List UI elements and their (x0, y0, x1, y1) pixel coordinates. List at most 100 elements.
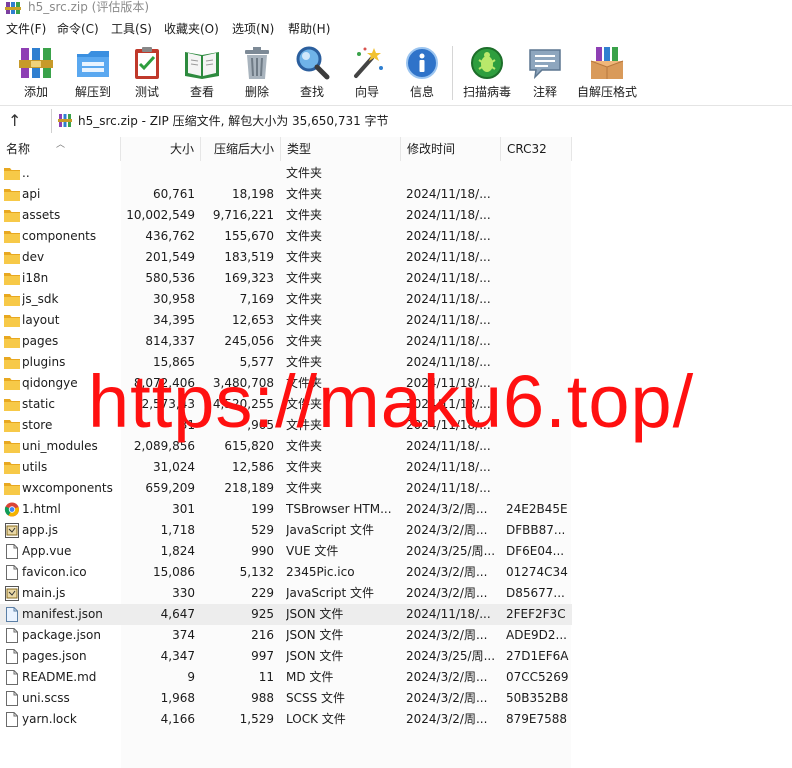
file-size: 201,549 (145, 250, 195, 264)
column-name[interactable]: 名称 ︿ (0, 137, 121, 161)
menu-commands[interactable]: 命令(C) (57, 21, 99, 37)
file-row[interactable]: favicon.ico 15,086 5,132 2345Pic.ico 2024/3/… (0, 562, 572, 583)
up-one-level-button[interactable]: ↑ (8, 111, 34, 131)
file-row[interactable]: 1.html 301 199 TSBrowser HTM... 2024/3/2/周..… (0, 499, 572, 520)
menu-help[interactable]: 帮助(H) (288, 21, 330, 37)
json-file-icon (4, 607, 20, 622)
file-modified: 2024/3/2/周... (406, 691, 488, 705)
file-modified: 2024/3/2/周... (406, 502, 488, 516)
file-name: assets (22, 208, 61, 222)
file-crc32: 50B352B8 (506, 691, 569, 705)
scan-virus-button[interactable]: 扫描病毒 (460, 44, 514, 102)
file-row[interactable]: main.js 330 229 JavaScript 文件 2024/3/2/周... D… (0, 583, 572, 604)
test-button[interactable]: 测试 (126, 44, 168, 102)
file-row[interactable]: static 2,573,43 4,520,255 文件夹 2024/11/18/... (0, 394, 572, 415)
file-size: 8,072,406 (133, 376, 195, 390)
view-book-icon (185, 52, 219, 79)
file-row[interactable]: plugins 15,865 5,577 文件夹 2024/11/18/... (0, 352, 572, 373)
file-row[interactable]: i18n 580,536 169,323 文件夹 2024/11/18/... (0, 268, 572, 289)
file-row[interactable]: utils 31,024 12,586 文件夹 2024/11/18/... (0, 457, 572, 478)
file-crc32: D85677... (506, 586, 565, 600)
menu-file[interactable]: 文件(F) (6, 21, 46, 37)
wizard-button[interactable]: 向导 (346, 44, 388, 102)
file-type: JSON 文件 (286, 607, 344, 621)
delete-button[interactable]: 删除 (236, 44, 278, 102)
info-button[interactable]: 信息 (401, 44, 443, 102)
sfx-button[interactable]: 自解压格式 (576, 44, 638, 102)
path-field[interactable]: h5_src.zip - ZIP 压缩文件, 解包大小为 35,650,731 … (51, 109, 792, 133)
view-button[interactable]: 查看 (178, 44, 226, 102)
file-name: qidongye (22, 376, 78, 390)
file-row[interactable]: pages.json 4,347 997 JSON 文件 2024/3/25/周... 2… (0, 646, 572, 667)
file-type: LOCK 文件 (286, 712, 346, 726)
file-crc32: 24E2B45E (506, 502, 568, 516)
file-size: 4,166 (160, 712, 195, 726)
file-row[interactable]: js_sdk 30,958 7,169 文件夹 2024/11/18/... (0, 289, 572, 310)
blank-file-icon (4, 670, 20, 685)
add-button[interactable]: 添加 (12, 44, 60, 102)
column-type[interactable]: 类型 (281, 137, 401, 161)
column-crc32[interactable]: CRC32 (501, 137, 572, 161)
file-row[interactable]: pages 814,337 245,056 文件夹 2024/11/18/... (0, 331, 572, 352)
file-crc32 (506, 247, 570, 268)
file-row[interactable]: manifest.json 4,647 925 JSON 文件 2024/11/18/.… (0, 604, 572, 625)
file-name: yarn.lock (22, 712, 77, 726)
sort-ascending-icon: ︿ (56, 140, 66, 150)
menu-options[interactable]: 选项(N) (232, 21, 274, 37)
file-size: 34,395 (153, 313, 195, 327)
file-row[interactable]: .. 文件夹 (0, 163, 572, 184)
file-packed-size: 7,169 (239, 292, 274, 306)
file-size: 15,865 (153, 355, 195, 369)
file-crc32: 07CC5269 (506, 670, 569, 684)
file-crc32 (506, 268, 570, 289)
file-row[interactable]: qidongye 8,072,406 3,480,708 文件夹 2024/11/18/… (0, 373, 572, 394)
file-packed-size: ,905 (247, 418, 274, 432)
file-row[interactable]: api 60,761 18,198 文件夹 2024/11/18/... (0, 184, 572, 205)
file-modified (406, 163, 496, 184)
file-packed-size: 5,577 (239, 355, 274, 369)
folder-icon (4, 166, 20, 181)
file-row[interactable]: layout 34,395 12,653 文件夹 2024/11/18/... (0, 310, 572, 331)
file-size: 30,958 (153, 292, 195, 306)
comment-button[interactable]: 注释 (524, 44, 566, 102)
menu-favorites[interactable]: 收藏夹(O) (164, 21, 219, 37)
folder-icon (4, 313, 20, 328)
file-size: 1,968 (160, 691, 195, 705)
file-packed-size: 12,586 (232, 460, 274, 474)
file-packed-size: 11 (258, 670, 274, 684)
file-row[interactable]: uni.scss 1,968 988 SCSS 文件 2024/3/2/周... 50B3… (0, 688, 572, 709)
extract-to-button[interactable]: 解压到 (66, 44, 120, 102)
find-button[interactable]: 查找 (291, 44, 333, 102)
column-modified[interactable]: 修改时间 (401, 137, 501, 161)
file-row[interactable]: README.md 9 11 MD 文件 2024/3/2/周... 07CC5269 (0, 667, 572, 688)
file-row[interactable]: assets 10,002,549 9,716,221 文件夹 2024/11/18/.… (0, 205, 572, 226)
file-size: 330 (172, 586, 195, 600)
file-row[interactable]: App.vue 1,824 990 VUE 文件 2024/3/25/周... DF6E0… (0, 541, 572, 562)
file-type: TSBrowser HTM... (286, 502, 392, 516)
file-size: 10,002,549 (126, 208, 195, 222)
add-archive-icon (19, 48, 53, 78)
toolbar: 添加 解压到 测试 查看 删除 查找 向导 信息 扫描病毒 注释 自解压格式 (0, 40, 792, 106)
file-row[interactable]: store 31 ,905 文件夹 2024/11/18/... (0, 415, 572, 436)
file-row[interactable]: app.js 1,718 529 JavaScript 文件 2024/3/2/周...… (0, 520, 572, 541)
file-row[interactable]: uni_modules 2,089,856 615,820 文件夹 2024/11/18… (0, 436, 572, 457)
file-type: 文件夹 (286, 376, 323, 390)
column-size[interactable]: 大小 (121, 137, 201, 161)
file-size: 15,086 (153, 565, 195, 579)
file-packed-size: 169,323 (224, 271, 274, 285)
file-modified: 2024/11/18/... (406, 187, 491, 201)
file-packed-size (200, 163, 274, 184)
file-row[interactable]: yarn.lock 4,166 1,529 LOCK 文件 2024/3/2/周... 8… (0, 709, 572, 730)
zip-archive-icon (58, 114, 72, 127)
file-packed-size: 1,529 (239, 712, 274, 726)
test-clipboard-icon (135, 47, 159, 79)
column-packed[interactable]: 压缩后大小 (201, 137, 281, 161)
file-name: App.vue (22, 544, 72, 558)
file-row[interactable]: components 436,762 155,670 文件夹 2024/11/18/..… (0, 226, 572, 247)
menu-tools[interactable]: 工具(S) (111, 21, 152, 37)
file-modified: 2024/11/18/... (406, 208, 491, 222)
file-row[interactable]: package.json 374 216 JSON 文件 2024/3/2/周... AD… (0, 625, 572, 646)
file-row[interactable]: dev 201,549 183,519 文件夹 2024/11/18/... (0, 247, 572, 268)
file-row[interactable]: wxcomponents 659,209 218,189 文件夹 2024/11/18/… (0, 478, 572, 499)
file-packed-size: 997 (251, 649, 274, 663)
